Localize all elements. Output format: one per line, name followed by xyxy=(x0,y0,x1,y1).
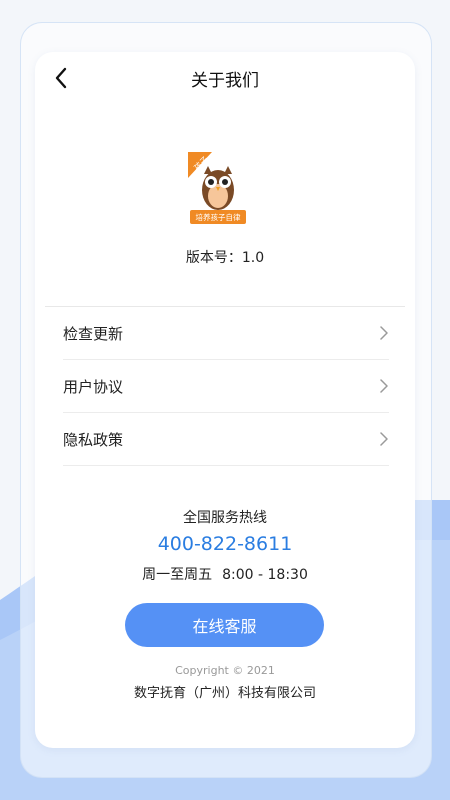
menu-item-label: 检查更新 xyxy=(63,324,124,343)
chevron-right-icon xyxy=(380,326,388,340)
copyright-text: Copyright © 2021 xyxy=(175,664,275,677)
menu-item-check-update[interactable]: 检查更新 xyxy=(63,307,389,360)
page-title: 关于我们 xyxy=(191,71,259,91)
menu-item-label: 用户协议 xyxy=(63,377,124,396)
version-value: 1.0 xyxy=(241,250,265,266)
menu-item-label: 隐私政策 xyxy=(63,430,124,449)
menu-item-user-agreement[interactable]: 用户协议 xyxy=(63,360,389,413)
header: 关于我们 xyxy=(35,52,415,104)
version-label: 版本号： xyxy=(185,250,242,266)
service-hours: 周一至周五 8:00 - 18:30 xyxy=(35,564,415,584)
online-service-button[interactable]: 在线客服 xyxy=(125,603,324,647)
menu-list: 检查更新 用户协议 隐私政策 xyxy=(63,307,389,466)
logo-tagline-text: 培养孩子自律 xyxy=(196,212,241,222)
app-logo: 孩子 培养孩子自律 xyxy=(188,152,248,228)
company-name: 数字抚育（广州）科技有限公司 xyxy=(133,686,316,701)
hotline-title: 全国服务热线 xyxy=(183,510,267,526)
menu-item-privacy-policy[interactable]: 隐私政策 xyxy=(63,413,389,466)
service-days: 周一至周五 xyxy=(142,567,213,583)
service-time: 8:00 - 18:30 xyxy=(222,567,308,583)
version-row: 版本号：1.0 xyxy=(35,247,415,267)
chevron-right-icon xyxy=(380,379,388,393)
chevron-right-icon xyxy=(380,432,388,446)
hotline-phone-link[interactable]: 400-822-8611 xyxy=(35,533,415,555)
about-card: 关于我们 孩子 培养孩子自律 版本号：1.0 检查更新 用户协议 隐私政策 全国… xyxy=(35,52,415,748)
